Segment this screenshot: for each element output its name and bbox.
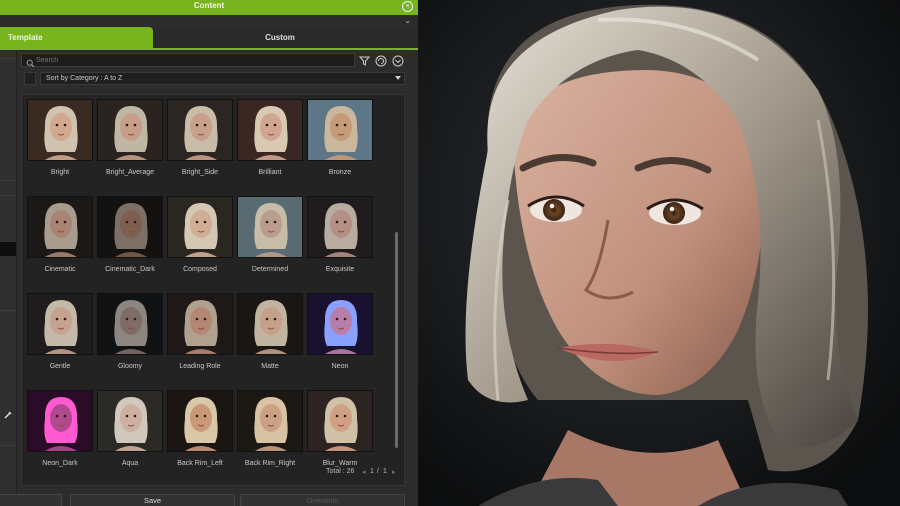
- save-button[interactable]: Save: [70, 494, 235, 506]
- template-item[interactable]: Blur_Warm: [307, 390, 377, 470]
- template-item[interactable]: Exquisite: [307, 196, 377, 276]
- grid-scrollbar[interactable]: [395, 232, 398, 448]
- template-label: Exquisite: [325, 266, 355, 273]
- next-page-icon[interactable]: ▸: [392, 468, 396, 476]
- search-field[interactable]: [21, 53, 355, 68]
- template-item[interactable]: Cinematic: [27, 196, 97, 276]
- page-separator: /: [377, 468, 379, 475]
- chevron-circle-icon[interactable]: [392, 54, 404, 67]
- template-label: Aqua: [121, 460, 139, 467]
- current-page[interactable]: 1: [370, 468, 374, 475]
- template-thumbnail: [167, 293, 233, 355]
- template-thumbnail: [307, 293, 373, 355]
- template-thumbnail: [27, 99, 93, 161]
- template-item[interactable]: Composed: [167, 196, 237, 276]
- total-pages: 1: [383, 468, 387, 475]
- template-label: Neon: [331, 363, 349, 370]
- template-thumbnail: [307, 390, 373, 452]
- template-label: Neon_Dark: [42, 460, 78, 467]
- content-panel: Content × ⌄⌄ Template Custom Sort by Cat…: [0, 0, 418, 506]
- template-label: Bronze: [328, 169, 352, 176]
- template-thumbnail: [167, 196, 233, 258]
- template-thumbnail: [97, 293, 163, 355]
- tab-divider: [0, 48, 418, 50]
- template-label: Brilliant: [258, 169, 282, 176]
- template-item[interactable]: Cinematic_Dark: [97, 196, 167, 276]
- template-item[interactable]: Gentle: [27, 293, 97, 373]
- template-thumbnail: [97, 390, 163, 452]
- template-label: Leading Role: [179, 363, 221, 370]
- template-thumbnail: [97, 99, 163, 161]
- template-item[interactable]: Neon_Dark: [27, 390, 97, 470]
- template-thumbnail: [237, 99, 303, 161]
- pagination: Total : 26 ◂ 1 / 1 ▸: [326, 468, 404, 478]
- template-thumbnail: [27, 196, 93, 258]
- template-item[interactable]: Determined: [237, 196, 307, 276]
- sort-toggle[interactable]: [24, 72, 36, 85]
- template-label: Gentle: [49, 363, 71, 370]
- template-thumbnail: [237, 293, 303, 355]
- left-tool-strip: [0, 50, 17, 506]
- template-thumbnail: [97, 196, 163, 258]
- template-grid: Bright Bright_Average Bright_Side Brilliant…: [21, 94, 405, 486]
- template-item[interactable]: Back Rim_Right: [237, 390, 307, 470]
- eyedropper-icon[interactable]: [4, 406, 13, 419]
- template-label: Bright_Average: [105, 169, 155, 176]
- sort-dropdown[interactable]: Sort by Category : A to Z: [40, 72, 405, 85]
- tab-custom[interactable]: Custom: [160, 27, 400, 48]
- template-label: Bright: [50, 169, 70, 176]
- template-thumbnail: [307, 196, 373, 258]
- panel-title: Content: [193, 1, 225, 10]
- tab-template[interactable]: Template: [0, 27, 153, 48]
- template-item[interactable]: Matte: [237, 293, 307, 373]
- apply-button[interactable]: [0, 494, 62, 506]
- template-label: Cinematic_Dark: [105, 266, 155, 273]
- template-label: Blur_Warm: [322, 460, 358, 467]
- template-item[interactable]: Gloomy: [97, 293, 167, 373]
- template-label: Back Rim_Left: [177, 460, 223, 467]
- filter-icon[interactable]: [358, 54, 371, 66]
- search-icon: [26, 55, 35, 68]
- template-item[interactable]: Bright_Side: [167, 99, 237, 179]
- total-count: Total : 26: [326, 468, 355, 475]
- template-label: Cinematic: [44, 266, 76, 273]
- template-label: Matte: [261, 363, 279, 370]
- template-thumbnail: [307, 99, 373, 161]
- panel-titlebar: Content ×: [0, 0, 418, 15]
- template-item[interactable]: Bright_Average: [97, 99, 167, 179]
- search-input[interactable]: [36, 54, 346, 66]
- template-item[interactable]: Bright: [27, 99, 97, 179]
- template-thumbnail: [27, 293, 93, 355]
- template-thumbnail: [167, 99, 233, 161]
- close-icon[interactable]: ×: [402, 1, 413, 12]
- viewport-preview[interactable]: [418, 0, 900, 506]
- chevron-down-icon: [395, 76, 401, 80]
- template-item[interactable]: Bronze: [307, 99, 377, 179]
- template-thumbnail: [27, 390, 93, 452]
- template-thumbnail: [167, 390, 233, 452]
- template-item[interactable]: Back Rim_Left: [167, 390, 237, 470]
- template-label: Determined: [251, 266, 289, 273]
- overwrite-button[interactable]: Overwrite: [240, 494, 405, 506]
- template-item[interactable]: Leading Role: [167, 293, 237, 373]
- template-label: Back Rim_Right: [244, 460, 296, 467]
- template-label: Composed: [183, 266, 217, 273]
- tab-bar: Template Custom: [0, 27, 418, 50]
- character-portrait: [418, 0, 900, 506]
- template-thumbnail: [237, 390, 303, 452]
- template-label: Bright_Side: [181, 169, 219, 176]
- template-item[interactable]: Neon: [307, 293, 377, 373]
- prev-page-icon[interactable]: ◂: [362, 468, 366, 476]
- template-item[interactable]: Aqua: [97, 390, 167, 470]
- refresh-icon[interactable]: [375, 54, 387, 67]
- template-thumbnail: [237, 196, 303, 258]
- template-item[interactable]: Brilliant: [237, 99, 307, 179]
- template-label: Gloomy: [117, 363, 143, 370]
- sort-label: Sort by Category : A to Z: [46, 75, 123, 82]
